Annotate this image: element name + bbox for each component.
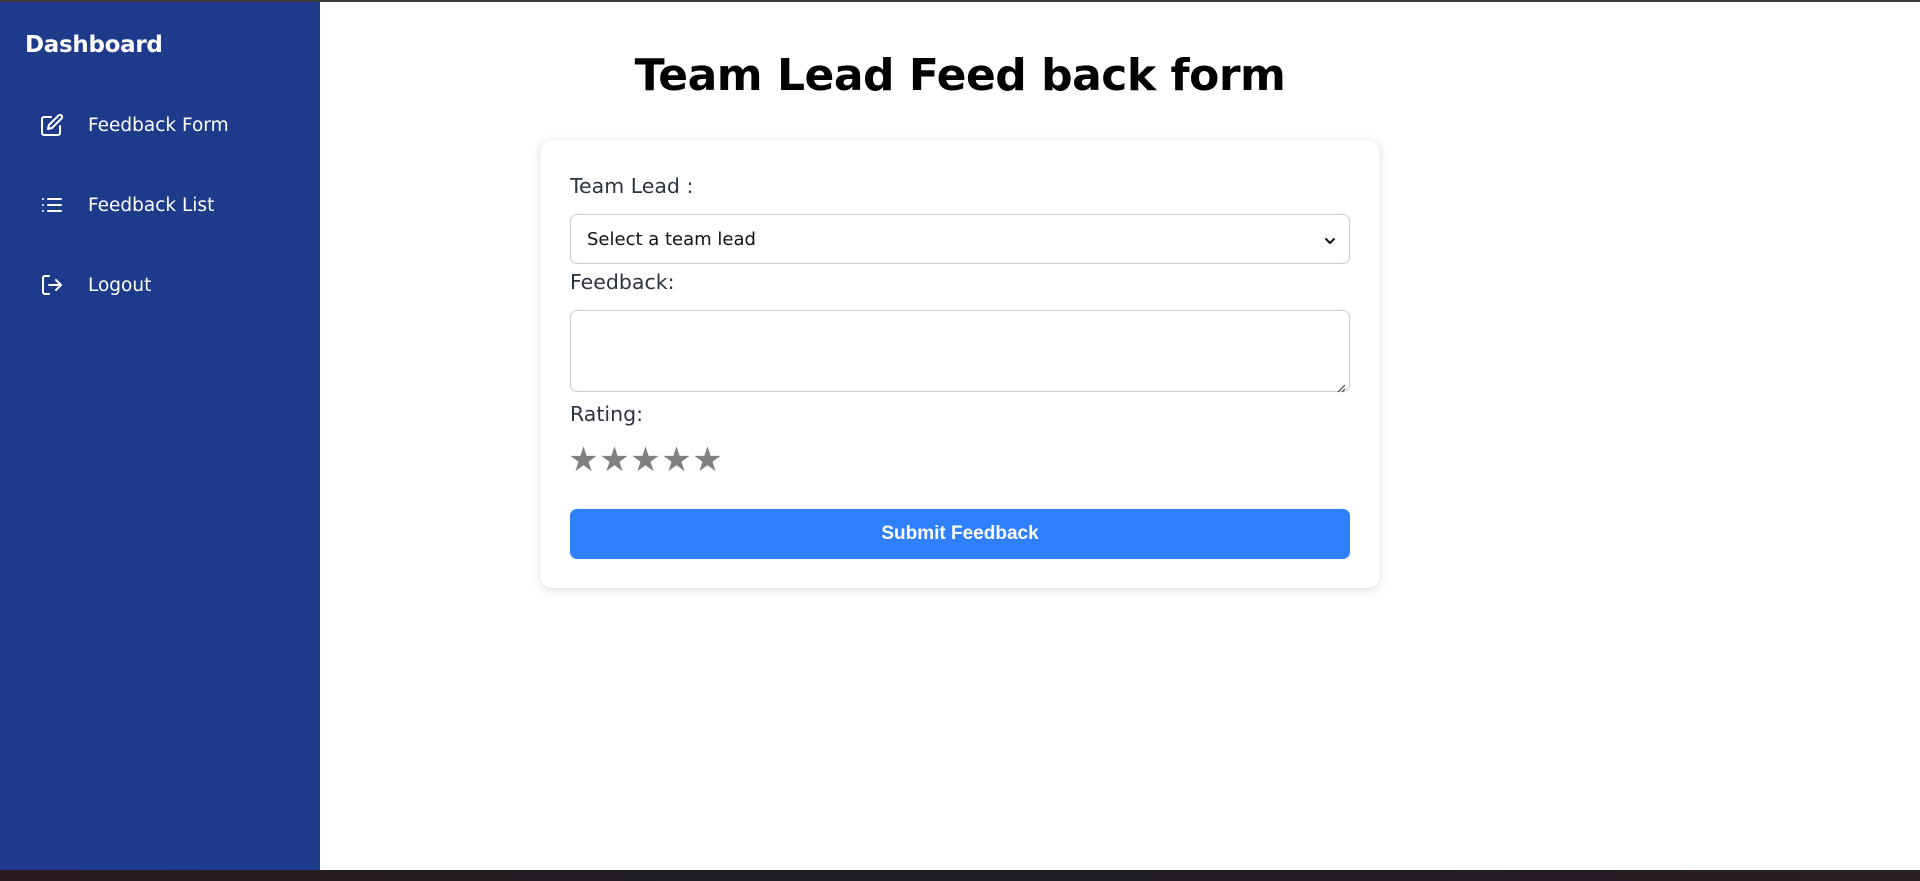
sidebar-title: Dashboard: [25, 32, 163, 58]
sidebar-item-label: Feedback List: [88, 194, 215, 216]
sidebar-item-feedback-form[interactable]: Feedback Form: [38, 105, 298, 145]
sidebar: Dashboard Feedback Form Feedback List Lo…: [0, 2, 320, 870]
list-icon: [38, 191, 66, 219]
feedback-label: Feedback:: [570, 270, 675, 294]
star-icon[interactable]: ★: [661, 440, 692, 480]
team-lead-label: Team Lead :: [570, 174, 694, 198]
chevron-down-icon: [1323, 232, 1337, 246]
rating-label: Rating:: [570, 402, 644, 426]
team-lead-select-value: Select a team lead: [587, 228, 756, 250]
sidebar-item-label: Feedback Form: [88, 114, 229, 136]
os-taskbar: [0, 870, 1920, 881]
feedback-form-card: Team Lead : Select a team lead Feedback:…: [540, 140, 1380, 588]
feedback-textarea[interactable]: [570, 310, 1350, 393]
sidebar-item-feedback-list[interactable]: Feedback List: [38, 185, 298, 225]
star-icon[interactable]: ★: [692, 440, 723, 480]
star-icon[interactable]: ★: [599, 440, 630, 480]
submit-feedback-button[interactable]: Submit Feedback: [570, 509, 1350, 559]
rating-stars: ★ ★ ★ ★ ★: [568, 440, 723, 480]
logout-icon: [38, 271, 66, 299]
edit-icon: [38, 111, 66, 139]
sidebar-item-logout[interactable]: Logout: [38, 265, 298, 305]
sidebar-item-label: Logout: [88, 274, 152, 296]
page-title: Team Lead Feed back form: [634, 50, 1286, 101]
team-lead-select[interactable]: Select a team lead: [570, 214, 1350, 264]
resize-handle-icon[interactable]: [1336, 378, 1346, 393]
main-content: Team Lead Feed back form Team Lead : Sel…: [320, 2, 1920, 870]
star-icon[interactable]: ★: [630, 440, 661, 480]
star-icon[interactable]: ★: [568, 440, 599, 480]
